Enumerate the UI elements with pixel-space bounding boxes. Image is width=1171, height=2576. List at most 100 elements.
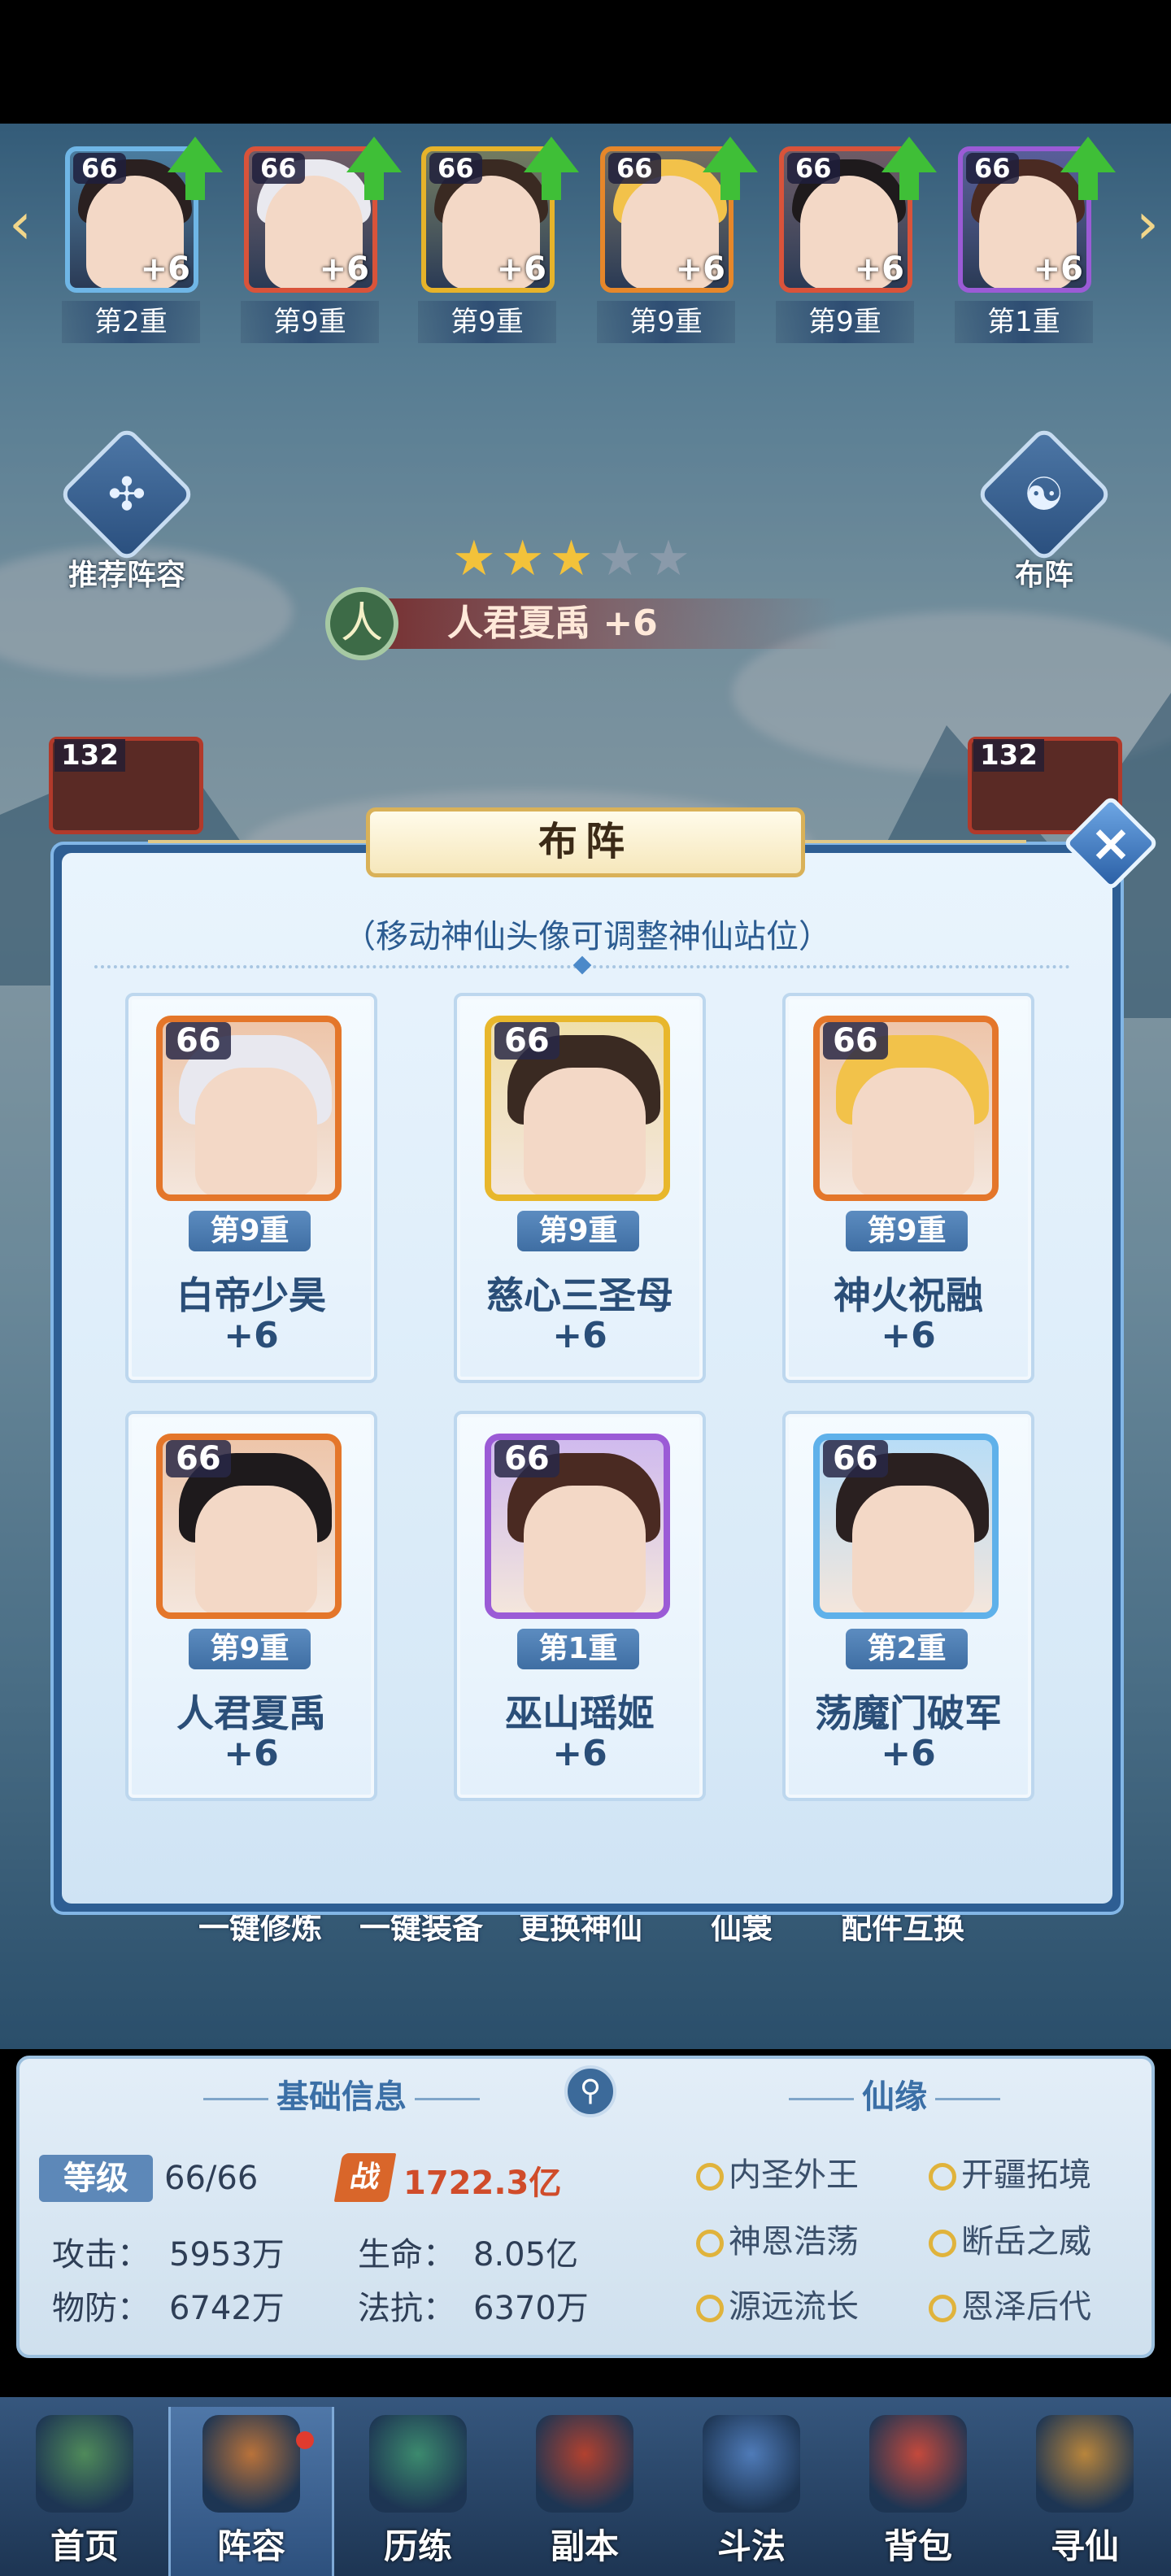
hero-level: 66 xyxy=(73,153,126,184)
nav-icon xyxy=(202,2415,300,2513)
side-card-level: 132 xyxy=(54,739,125,772)
nav-label: 首页 xyxy=(50,2526,119,2566)
hero-face xyxy=(852,1068,974,1194)
status-bar xyxy=(0,0,1171,124)
nav-tab-3[interactable]: 副本 xyxy=(502,2407,668,2576)
slot-tier: 第2重 xyxy=(846,1629,968,1669)
upgrade-arrow-stem xyxy=(542,171,561,200)
formation-slot[interactable]: 66 第2重荡魔门破军 +6 xyxy=(782,1411,1034,1801)
upgrade-arrow-icon xyxy=(1060,137,1116,172)
dialog-panel: （移动神仙头像可调整神仙站位） 66 第9重 白帝少昊 +6 66 第9重 慈心三圣母 +6 6… xyxy=(50,842,1124,1915)
attack-label: 攻击： xyxy=(52,2236,150,2274)
slot-hero-name: 人君夏禹 xyxy=(176,1691,326,1735)
fate-item[interactable]: 神恩浩荡 xyxy=(696,2215,859,2262)
slot-portrait[interactable]: 66 xyxy=(813,1016,999,1201)
hero-plus: +6 xyxy=(675,250,725,288)
hero-strip-card[interactable]: 66 +6 xyxy=(244,137,402,309)
hero-strip-card[interactable]: 66 +6 xyxy=(600,137,758,309)
fate-item[interactable]: 内圣外王 xyxy=(696,2148,859,2195)
slot-hero-plus: +6 xyxy=(224,1315,279,1356)
nav-label: 副本 xyxy=(550,2526,619,2566)
strip-right-arrow-icon[interactable]: › xyxy=(1127,187,1168,260)
hero-plus: +6 xyxy=(496,250,546,288)
fate-item[interactable]: 恩泽后代 xyxy=(929,2280,1091,2327)
slot-portrait[interactable]: 66 xyxy=(156,1016,342,1201)
attack-value: 5953万 xyxy=(169,2236,285,2274)
slot-hero-plus: +6 xyxy=(881,1315,936,1356)
formation-slot[interactable]: 66 第9重 慈心三圣母 +6 xyxy=(454,993,706,1383)
recommended-lineup-button[interactable]: ✣ 推荐阵容 xyxy=(46,425,208,594)
hero-strip-card[interactable]: 66 +6 xyxy=(421,137,579,309)
slot-portrait[interactable]: 66 xyxy=(813,1434,999,1619)
slot-level: 66 xyxy=(823,1440,888,1477)
level-label: 等级 xyxy=(39,2155,153,2202)
search-icon[interactable]: ⚲ xyxy=(564,2065,616,2117)
formation-slot[interactable]: 66 第9重 白帝少昊 +6 xyxy=(125,993,377,1383)
nav-icon xyxy=(869,2415,967,2513)
slot-hero-plus: +6 xyxy=(224,1733,279,1774)
slot-tier: 第9重 xyxy=(189,1629,311,1669)
fate-item[interactable]: 源远流长 xyxy=(696,2280,859,2327)
strip-left-arrow-icon[interactable]: ‹ xyxy=(0,187,41,260)
hero-face xyxy=(524,1068,646,1194)
fate-ring-icon xyxy=(929,2230,956,2257)
upgrade-arrow-stem xyxy=(185,171,205,200)
hero-strip-card[interactable]: 66 +6 xyxy=(65,137,223,309)
hero-rank: 第9重 xyxy=(597,301,735,343)
upgrade-arrow-stem xyxy=(1078,171,1098,200)
slot-portrait[interactable]: 66 xyxy=(485,1434,670,1619)
nav-label: 背包 xyxy=(883,2526,952,2566)
hero-strip-card[interactable]: 66 +6 xyxy=(779,137,937,309)
hero-rank: 第9重 xyxy=(418,301,556,343)
fate-label: 恩泽后代 xyxy=(961,2288,1091,2326)
slot-hero-name: 慈心三圣母 xyxy=(486,1273,673,1317)
slot-tier: 第1重 xyxy=(517,1629,639,1669)
formation-slot[interactable]: 66 第9重人君夏禹 +6 xyxy=(125,1411,377,1801)
hero-rank: 第9重 xyxy=(776,301,914,343)
hero-level: 66 xyxy=(429,153,482,184)
slot-level: 66 xyxy=(823,1022,888,1060)
hp-label: 生命： xyxy=(358,2236,455,2274)
title-ornament-left xyxy=(148,840,376,843)
nav-tab-5[interactable]: 背包 xyxy=(835,2407,1001,2576)
slot-level: 66 xyxy=(494,1440,559,1477)
fate-ring-icon xyxy=(929,2163,956,2191)
selected-hero-name: 人君夏禹 +6 人 xyxy=(325,587,846,660)
slot-tier: 第9重 xyxy=(846,1211,968,1251)
slot-hero-name: 白帝少昊 xyxy=(176,1273,326,1317)
fate-item[interactable]: 开疆拓境 xyxy=(929,2148,1091,2195)
slot-portrait[interactable]: 66 xyxy=(156,1434,342,1619)
nav-label: 阵容 xyxy=(216,2526,285,2566)
combat-power-value: 1722.3亿 xyxy=(403,2165,562,2202)
filled-stars: ★★★ xyxy=(452,530,599,587)
slot-level: 66 xyxy=(166,1022,231,1060)
slot-hero-name: 巫山瑶姬 xyxy=(505,1691,655,1735)
fate-ring-icon xyxy=(696,2163,724,2191)
combat-power: 战 1722.3亿 xyxy=(333,2153,582,2202)
nav-tab-2[interactable]: 历练 xyxy=(335,2407,501,2576)
nav-tab-4[interactable]: 斗法 xyxy=(668,2407,834,2576)
hero-plus: +6 xyxy=(854,250,904,288)
formation-button[interactable]: ☯ 布阵 xyxy=(963,425,1125,594)
slot-level: 66 xyxy=(166,1440,231,1477)
combat-power-icon: 战 xyxy=(333,2153,397,2202)
hero-rank: 第2重 xyxy=(62,301,200,343)
slot-portrait[interactable]: 66 xyxy=(485,1016,670,1201)
fate-item[interactable]: 断岳之威 xyxy=(929,2215,1091,2262)
nav-label: 寻仙 xyxy=(1050,2526,1119,2566)
fate-label: 神恩浩荡 xyxy=(729,2223,859,2261)
hero-level: 66 xyxy=(252,153,305,184)
lineup-icon: ✣ xyxy=(58,425,196,564)
upgrade-arrow-icon xyxy=(703,137,758,172)
hero-strip-card[interactable]: 66 +6 xyxy=(958,137,1116,309)
nav-icon xyxy=(536,2415,633,2513)
divider-ornament xyxy=(572,955,592,975)
slot-hero-name: 荡魔门破军 xyxy=(815,1691,1002,1735)
nav-icon xyxy=(369,2415,467,2513)
nav-label: 历练 xyxy=(383,2526,452,2566)
nav-tab-6[interactable]: 寻仙 xyxy=(1002,2407,1168,2576)
formation-slot[interactable]: 66 第9重 神火祝融 +6 xyxy=(782,993,1034,1383)
slot-hero-plus: +6 xyxy=(881,1733,936,1774)
formation-slot[interactable]: 66 第1重 巫山瑶姬 +6 xyxy=(454,1411,706,1801)
nav-tab-0[interactable]: 首页 xyxy=(2,2407,168,2576)
